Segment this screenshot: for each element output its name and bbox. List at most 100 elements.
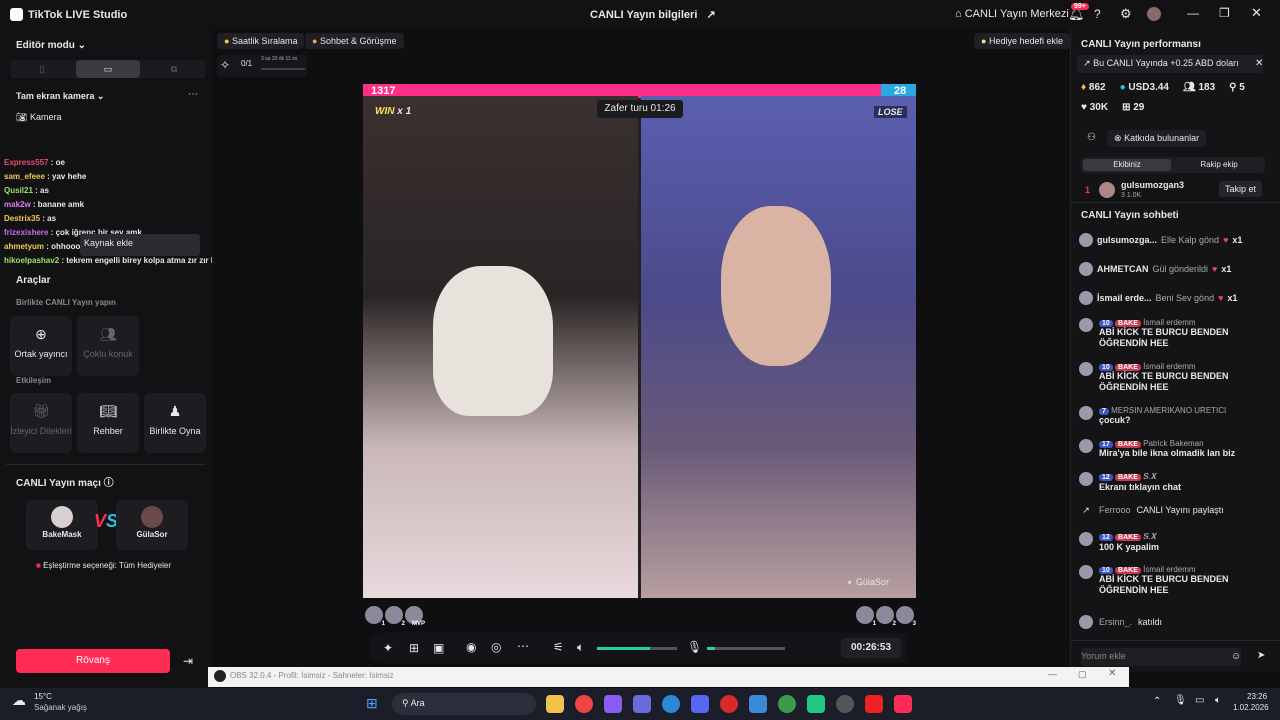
- rank-avatar[interactable]: 1: [365, 606, 385, 627]
- gift-count: x1: [1232, 234, 1243, 245]
- minimize-icon[interactable]: —: [1187, 6, 1199, 20]
- mic-icon[interactable]: 🎙︎: [687, 640, 702, 654]
- rank-number: 2: [401, 621, 405, 627]
- file-explorer-icon[interactable]: [546, 695, 564, 713]
- camera-section-header[interactable]: Tam ekran kamera ⌄: [16, 91, 104, 102]
- hourly-ranking-chip[interactable]: ● Saatlik Sıralama: [217, 33, 305, 49]
- send-icon[interactable]: ➤: [1257, 650, 1265, 661]
- windows-start-icon[interactable]: ⊞: [366, 695, 378, 712]
- mic-slider[interactable]: [707, 647, 785, 650]
- performance-title: CANLI Yayın performansı: [1081, 39, 1201, 50]
- goal-widget[interactable]: ✧ 0/1 3 sa 33 dk 11 sn: [217, 55, 307, 77]
- chevron-up-icon[interactable]: ⌃: [1153, 696, 1161, 707]
- tab-rival[interactable]: Rakip ekip: [1175, 159, 1263, 171]
- network-icon[interactable]: ▭: [1195, 695, 1204, 706]
- camera-icon: 📷︎: [16, 112, 28, 122]
- right-panel: CANLI Yayın performansı ↗ Bu CANLI Yayın…: [1070, 30, 1280, 672]
- follow-button[interactable]: Takip et: [1219, 181, 1263, 197]
- tiktok-icon[interactable]: [894, 695, 912, 713]
- obs-icon[interactable]: [836, 695, 854, 713]
- rank-avatar[interactable]: 2: [385, 606, 405, 627]
- sliders-icon[interactable]: ⚟: [553, 640, 564, 654]
- overlay-chat-user: sam_efeee: [4, 172, 45, 181]
- play-together-button[interactable]: ♟ Birlikte Oyna: [144, 393, 206, 453]
- tab-team[interactable]: Ekibiniz: [1083, 159, 1171, 171]
- magic-icon[interactable]: ✦: [383, 641, 393, 655]
- whatsapp-icon[interactable]: [807, 695, 825, 713]
- users-icon: 👥︎: [99, 326, 117, 342]
- maximize-icon[interactable]: ▢: [1078, 669, 1087, 680]
- discord-icon[interactable]: [691, 695, 709, 713]
- gear-icon[interactable]: ⚙: [1120, 6, 1132, 22]
- comment-input[interactable]: Yorum ekle: [1081, 648, 1241, 666]
- landscape-icon[interactable]: ▭: [76, 60, 140, 78]
- rank-avatar[interactable]: 1: [856, 606, 876, 627]
- portrait-icon[interactable]: ▯: [10, 60, 74, 78]
- camera-source-label: Kamera: [29, 112, 62, 122]
- mail-icon[interactable]: [749, 695, 767, 713]
- split-icon[interactable]: ⧉: [142, 60, 206, 78]
- viewer-wishes-button[interactable]: 🎁︎ İzleyici Dilekleri: [10, 393, 72, 453]
- rank-avatar[interactable]: 2: [876, 606, 896, 627]
- more-icon[interactable]: ⋯: [188, 89, 198, 100]
- rank-avatar[interactable]: MVP: [405, 606, 425, 627]
- camera-source[interactable]: 📷︎ Kamera: [16, 112, 61, 123]
- obs-window[interactable]: OBS 32.0.4 - Profil: İsimsiz - Sahneler:…: [208, 667, 1129, 687]
- exit-icon[interactable]: ⇥: [176, 649, 200, 673]
- close-icon[interactable]: ✕: [1251, 5, 1262, 21]
- youtube-icon[interactable]: [865, 695, 883, 713]
- maximize-icon[interactable]: ❐: [1219, 6, 1230, 20]
- close-icon[interactable]: ✕: [1255, 58, 1263, 69]
- chrome-profile-icon[interactable]: [778, 695, 796, 713]
- weather-icon[interactable]: ☁: [12, 692, 26, 709]
- chrome-icon[interactable]: [575, 695, 593, 713]
- volume-icon[interactable]: 🔈︎: [1215, 695, 1221, 706]
- v5-value: 5: [1239, 82, 1245, 93]
- search-box[interactable]: ⚲ Ara: [392, 693, 536, 715]
- chat-message-text: çocuk?: [1099, 415, 1131, 425]
- player1-card: BakeMask: [26, 500, 98, 550]
- teams-icon[interactable]: [633, 695, 651, 713]
- record-icon[interactable]: ◉: [466, 640, 476, 654]
- guide-button[interactable]: 📖︎ Rehber: [77, 393, 139, 453]
- trend-icon: ↗: [1083, 58, 1091, 68]
- chat-meet-chip[interactable]: ● Sohbet & Görüşme: [305, 33, 404, 49]
- rank-avatar[interactable]: 3: [896, 606, 916, 627]
- info-icon[interactable]: ⓘ: [104, 478, 114, 489]
- win-label: WIN x 1: [375, 106, 411, 117]
- editor-mode-dropdown[interactable]: Editör modu ⌄: [16, 40, 86, 51]
- minimize-icon[interactable]: —: [1048, 669, 1057, 679]
- target-icon[interactable]: ◎: [491, 640, 501, 654]
- edge-icon[interactable]: [662, 695, 680, 713]
- book-icon: 📖︎: [99, 403, 117, 419]
- game-icon: ♟: [168, 403, 182, 419]
- player1-avatar: [51, 506, 73, 528]
- rematch-button[interactable]: Rövanş: [16, 649, 170, 673]
- mic-icon[interactable]: 🎙︎: [1174, 695, 1187, 706]
- opera-icon[interactable]: [720, 695, 738, 713]
- tools-title: Araçlar: [16, 275, 51, 286]
- volume-icon[interactable]: 🔈︎: [577, 640, 584, 655]
- multi-guest-button[interactable]: 👥︎ Çoklu konuk: [77, 316, 139, 376]
- win-text: WIN: [375, 106, 395, 117]
- add-user-icon[interactable]: ⚇: [1087, 132, 1096, 143]
- close-icon[interactable]: ✕: [1108, 668, 1116, 679]
- live-info-title[interactable]: CANLI Yayın bilgileri ↗: [590, 8, 716, 21]
- gift-goal-chip[interactable]: ● Hediye hedefi ekle: [974, 33, 1070, 49]
- goal-time: 3 sa 33 dk 11 sn: [261, 56, 298, 62]
- more-icon[interactable]: ⋯: [517, 639, 529, 653]
- live-center-button[interactable]: ⌂ CANLI Yayın Merkezi: [955, 8, 1069, 20]
- store-icon[interactable]: [604, 695, 622, 713]
- emoji-icon[interactable]: ☺: [1231, 651, 1241, 662]
- gifts-value: 29: [1133, 102, 1145, 113]
- avatar[interactable]: [1147, 7, 1161, 21]
- contributors-button[interactable]: ⊗ Katkıda bulunanlar: [1107, 130, 1207, 147]
- screen-icon[interactable]: ▣: [433, 641, 444, 655]
- level-badge: 17: [1099, 441, 1113, 448]
- cohost-button[interactable]: ⊕ Ortak yayıncı: [10, 316, 72, 376]
- layout-icon[interactable]: ⊞: [409, 641, 419, 655]
- volume-slider[interactable]: [597, 647, 677, 650]
- rank-number: 1: [872, 621, 876, 627]
- help-icon[interactable]: ?: [1094, 7, 1101, 21]
- share-icon[interactable]: ↗: [706, 9, 715, 21]
